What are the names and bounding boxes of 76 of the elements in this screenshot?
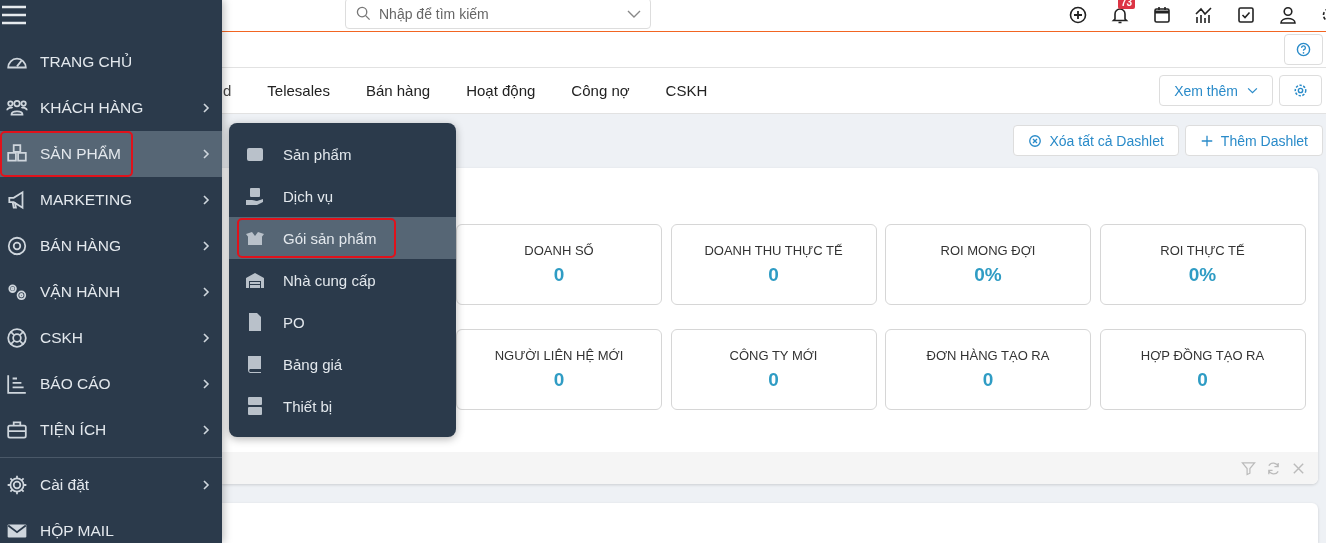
sidebar-item[interactable]: KHÁCH HÀNG <box>0 85 222 131</box>
stat-value: 0 <box>1197 369 1208 391</box>
stat-value: 0% <box>974 264 1002 286</box>
stat-value: 0 <box>553 264 565 286</box>
chevron-right-icon <box>202 102 210 114</box>
sidebar-item[interactable]: HỘP MAIL <box>0 508 222 543</box>
sidebar-item[interactable]: TRANG CHỦ <box>0 39 222 85</box>
submenu-item[interactable]: Nhà cung cấp <box>229 259 456 301</box>
search-icon <box>356 6 371 21</box>
stat-value: 0 <box>553 369 565 391</box>
stat-value: 0% <box>1188 264 1217 286</box>
chevron-down-icon <box>1247 87 1258 95</box>
stat-label: ROI MONG ĐỢI <box>940 243 1036 258</box>
calendar-icon[interactable] <box>1152 5 1172 26</box>
stat-label: NGƯỜI LIÊN HỆ MỚI <box>494 348 624 363</box>
chevron-down-icon <box>627 10 641 18</box>
sidebar-item[interactable]: CSKH <box>0 315 222 361</box>
submenu-item[interactable]: Dịch vụ <box>229 175 456 217</box>
cabinet-icon <box>245 396 265 416</box>
remove-dashlets-button[interactable]: Xóa tất cả Dashlet <box>1013 125 1179 156</box>
help-button[interactable] <box>1284 34 1323 66</box>
submenu-item[interactable]: PO <box>229 301 456 343</box>
plus-icon <box>1199 133 1214 148</box>
search-field[interactable]: Nhập để tìm kiếm <box>345 0 651 29</box>
sidebar-item[interactable]: MARKETING <box>0 177 222 223</box>
gear-icon <box>6 474 28 496</box>
menu-icon[interactable] <box>2 5 26 25</box>
chevron-right-icon <box>202 194 210 206</box>
help-icon <box>1296 42 1311 58</box>
chevron-right-icon <box>202 332 210 344</box>
stat-label: HỢP ĐỒNG TẠO RA <box>1140 348 1265 363</box>
chevron-right-icon <box>202 378 210 390</box>
sidebar-item[interactable]: VẬN HÀNH <box>0 269 222 315</box>
chart-icon[interactable] <box>1194 5 1214 26</box>
lifebuoy-icon <box>6 327 28 349</box>
more-button[interactable]: Xem thêm <box>1159 75 1273 107</box>
settings-button[interactable] <box>1279 75 1322 107</box>
tab[interactable]: Bán hàng <box>365 82 431 100</box>
chevron-right-icon <box>202 148 210 160</box>
sidebar-item[interactable]: TIỆN ÍCH <box>0 407 222 453</box>
stat-label: ROI THỰC TẾ <box>1160 243 1245 258</box>
stat-label: DOANH SỐ <box>524 243 594 258</box>
sidebar-item[interactable]: BÁN HÀNG <box>0 223 222 269</box>
briefcase-icon <box>6 419 28 441</box>
stat-label: ĐƠN HÀNG TẠO RA <box>926 348 1050 363</box>
submenu-item[interactable]: Gói sản phẩm <box>229 217 456 259</box>
chevron-right-icon <box>202 479 210 491</box>
stat-label: DOANH THU THỰC TẾ <box>704 243 843 258</box>
tab[interactable]: CSKH <box>665 82 708 100</box>
chevron-right-icon <box>202 286 210 298</box>
target-icon <box>6 235 28 257</box>
tab[interactable]: Hoạt động <box>466 82 536 100</box>
close-circle-icon <box>1028 133 1043 148</box>
chevron-right-icon <box>202 424 210 436</box>
chart-icon <box>6 373 28 395</box>
chevron-right-icon <box>202 240 210 252</box>
tab[interactable]: Telesales <box>267 82 330 100</box>
tab[interactable]: d <box>223 82 232 100</box>
submenu-item[interactable]: Bảng giá <box>229 343 456 385</box>
stat-value: 0 <box>768 369 779 391</box>
sidebar-item[interactable]: SẢN PHẨM <box>0 131 222 177</box>
sidebar-item[interactable]: Cài đặt <box>0 462 222 508</box>
add-dashlet-button[interactable]: Thêm Dashlet <box>1184 125 1323 156</box>
submenu-item[interactable]: Sản phẩm <box>229 133 456 175</box>
add-icon[interactable] <box>1068 5 1088 26</box>
warehouse-icon <box>245 270 265 290</box>
stat-value: 0 <box>982 369 994 391</box>
submenu-item[interactable]: Thiết bị <box>229 385 456 427</box>
stat-label: CÔNG TY MỚI <box>729 348 818 363</box>
sidebar-item[interactable]: BÁO CÁO <box>0 361 222 407</box>
hand-icon <box>245 186 265 206</box>
stat-value: 0 <box>768 264 779 286</box>
tab[interactable]: Công nợ <box>571 82 630 100</box>
notification-badge: 73 <box>1118 0 1136 10</box>
checkbox-icon[interactable] <box>1236 5 1256 26</box>
user-icon[interactable] <box>1278 5 1298 26</box>
